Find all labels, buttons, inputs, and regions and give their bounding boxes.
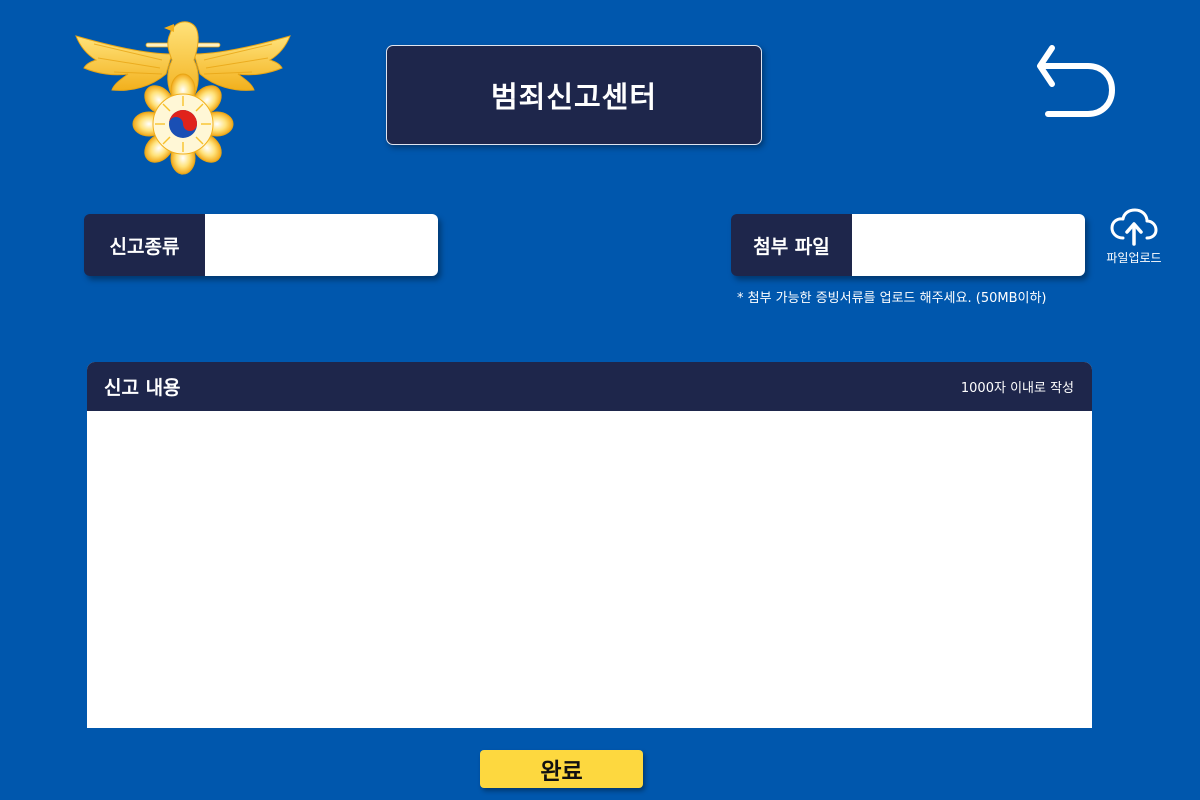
report-content-panel: 신고 내용 1000자 이내로 작성: [87, 362, 1092, 728]
attach-file-note: * 첨부 가능한 증빙서류를 업로드 해주세요. (50MB이하): [737, 291, 1047, 306]
attach-file-label: 첨부 파일: [731, 214, 852, 276]
page-title: 범죄신고센터: [490, 80, 658, 114]
back-button[interactable]: [1030, 40, 1122, 122]
attach-file-field: 첨부 파일: [731, 214, 1085, 276]
report-type-field: 신고종류: [84, 214, 438, 276]
report-content-header: 신고 내용 1000자 이내로 작성: [87, 362, 1092, 411]
submit-button[interactable]: 완료: [480, 750, 643, 788]
report-content-title: 신고 내용: [104, 377, 181, 399]
report-content-limit: 1000자 이내로 작성: [960, 381, 1074, 396]
page-title-box: 범죄신고센터: [386, 45, 762, 145]
back-arrow-icon: [1037, 45, 1115, 117]
report-type-label: 신고종류: [84, 214, 205, 276]
cloud-upload-icon: [1110, 208, 1158, 246]
file-upload-button[interactable]: 파일업로드: [1092, 208, 1176, 274]
report-type-input[interactable]: [205, 214, 438, 276]
police-eagle-emblem-icon: [74, 14, 292, 176]
attach-file-input[interactable]: [852, 214, 1085, 276]
report-content-textarea[interactable]: [87, 411, 1092, 728]
file-upload-label: 파일업로드: [1106, 251, 1162, 265]
